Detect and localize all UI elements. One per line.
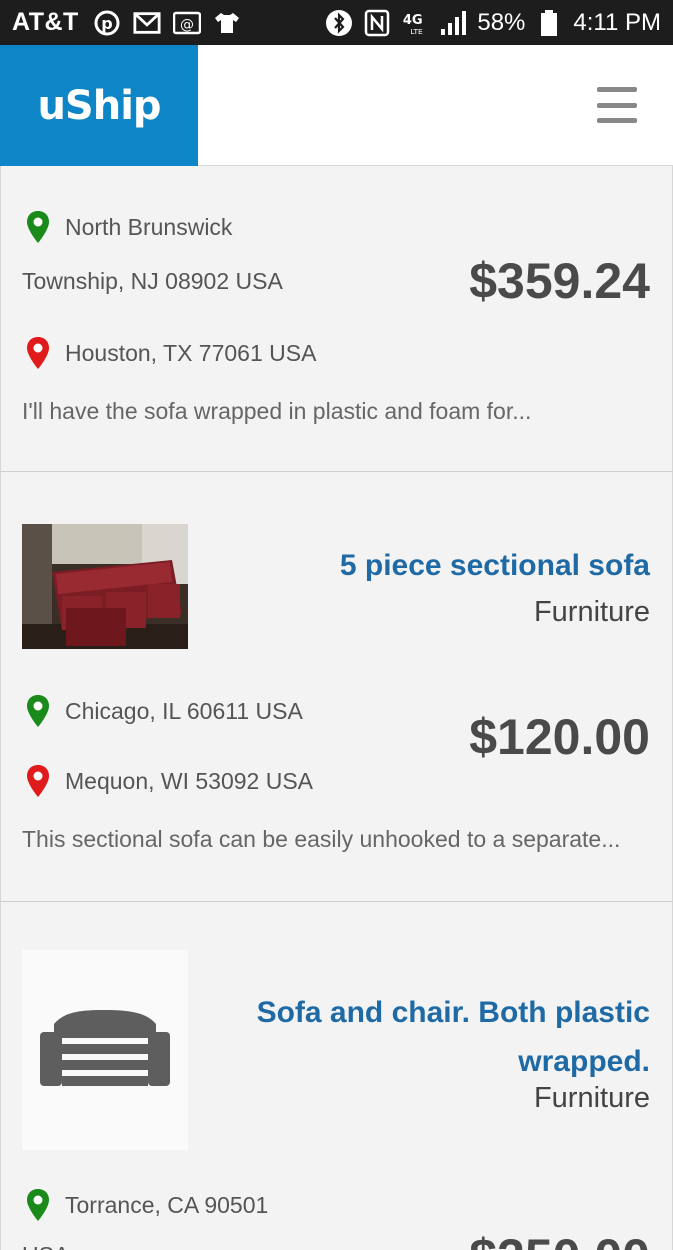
pickup-location: Torrance, CA 90501 xyxy=(25,1188,268,1222)
nfc-icon xyxy=(363,9,391,37)
pinterest-icon: p xyxy=(93,9,121,37)
dropoff-pin-icon xyxy=(27,765,49,797)
battery-percent: 58% xyxy=(477,8,526,36)
dropoff-text: Houston, TX 77061 USA xyxy=(65,339,317,366)
pickup-text: Chicago, IL 60611 USA xyxy=(65,697,303,724)
clock: 4:11 PM xyxy=(573,8,661,36)
listing-title[interactable]: 5 piece sectional sofa xyxy=(340,541,650,590)
dropoff-pin-icon xyxy=(27,337,49,369)
lte-icon: 4G LTE xyxy=(401,9,429,37)
listing-card[interactable]: Sofa and chair. Both plastic wrapped. Fu… xyxy=(0,902,673,1250)
sofa-photo xyxy=(22,524,188,649)
gmail-icon xyxy=(133,9,161,37)
battery-icon xyxy=(535,9,563,37)
sofa-placeholder-icon xyxy=(22,950,188,1150)
dropoff-location: Houston, TX 77061 USA xyxy=(25,336,316,370)
price: $359.24 xyxy=(469,253,650,309)
listing-card[interactable]: 5 piece sectional sofa Furniture Chicago… xyxy=(0,472,673,1136)
app-header: uShip xyxy=(0,45,673,166)
logo-text: uShip xyxy=(37,82,161,129)
listing-category: Furniture xyxy=(533,1082,650,1114)
status-bar: AT&T p @ 4G LTE 58% 4:11 PM xyxy=(0,0,673,45)
dropoff-text: Mequon, WI 53092 USA xyxy=(65,767,314,794)
pickup-location: North Brunswick xyxy=(25,210,232,244)
pickup-text: Torrance, CA 90501 xyxy=(65,1191,269,1218)
pickup-pin-icon xyxy=(27,211,49,243)
signal-icon xyxy=(439,9,467,37)
svg-text:@: @ xyxy=(180,17,194,33)
shipment-list: North Brunswick Township, NJ 08902 USA $… xyxy=(0,166,673,1250)
listing-card[interactable]: North Brunswick Township, NJ 08902 USA $… xyxy=(0,166,673,472)
dropoff-location: Mequon, WI 53092 USA xyxy=(25,764,313,798)
bluetooth-icon xyxy=(325,9,353,37)
pickup-text-cont: Township, NJ 08902 USA xyxy=(22,268,283,294)
uship-logo[interactable]: uShip xyxy=(0,45,198,166)
listing-description: This sectional sofa can be easily unhook… xyxy=(22,826,621,852)
pickup-text-cont: USA xyxy=(22,1242,69,1250)
svg-text:p: p xyxy=(101,14,112,33)
listing-description: I'll have the sofa wrapped in plastic an… xyxy=(22,398,532,424)
listing-title[interactable]: Sofa and chair. Both plastic wrapped. xyxy=(257,988,650,1086)
svg-text:LTE: LTE xyxy=(411,27,424,36)
pickup-text: North Brunswick xyxy=(65,213,233,240)
svg-text:4G: 4G xyxy=(403,12,423,27)
pickup-pin-icon xyxy=(27,1189,49,1221)
listing-category: Furniture xyxy=(533,596,650,628)
pickup-pin-icon xyxy=(27,695,49,727)
pickup-location: Chicago, IL 60611 USA xyxy=(25,694,303,728)
price: $120.00 xyxy=(469,709,650,765)
title-line-1: Sofa and chair. Both plastic xyxy=(256,996,650,1029)
carrier-label: AT&T xyxy=(12,8,79,36)
hamburger-menu-icon[interactable] xyxy=(597,85,637,125)
email-icon: @ xyxy=(172,9,201,37)
title-line-2: wrapped. xyxy=(518,1045,650,1078)
shirt-icon xyxy=(213,9,241,37)
price: $250.00 xyxy=(469,1228,650,1250)
